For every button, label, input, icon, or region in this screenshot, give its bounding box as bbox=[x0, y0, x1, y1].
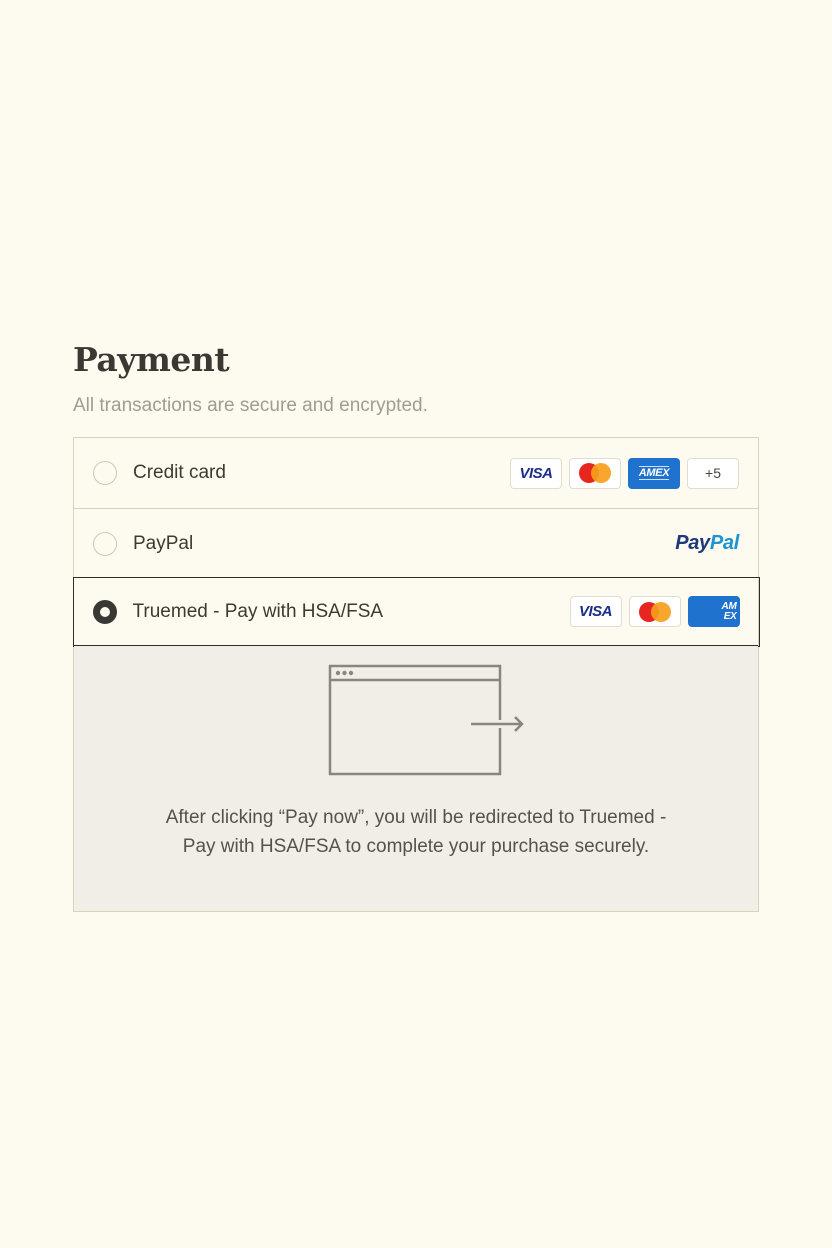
payment-option-paypal[interactable]: PayPal PayPal bbox=[74, 508, 758, 578]
credit-card-badges: VISA AMEX +5 bbox=[510, 457, 739, 489]
mastercard-icon bbox=[569, 457, 621, 489]
amex-wordmark: AMEX bbox=[638, 466, 670, 480]
payment-option-credit-card[interactable]: Credit card VISA AMEX +5 bbox=[74, 438, 758, 508]
paypal-radio[interactable] bbox=[93, 531, 117, 556]
page-title: Payment bbox=[73, 340, 230, 379]
visa-icon: VISA bbox=[510, 457, 562, 489]
amex-wordmark: AM EX bbox=[721, 600, 737, 622]
paypal-label: PayPal bbox=[133, 532, 194, 554]
amex-icon: AMEX bbox=[628, 457, 680, 489]
redirect-panel: After clicking “Pay now”, you will be re… bbox=[74, 645, 758, 911]
payment-section: Payment All transactions are secure and … bbox=[72, 336, 760, 912]
visa-wordmark: VISA bbox=[578, 603, 613, 620]
redirect-message: After clicking “Pay now”, you will be re… bbox=[165, 807, 667, 857]
payment-options: Credit card VISA AMEX +5 PayPal PayPal T… bbox=[72, 437, 760, 912]
truemed-radio[interactable] bbox=[92, 599, 117, 624]
payment-option-truemed[interactable]: Truemed - Pay with HSA/FSA VISA AM EX bbox=[72, 576, 760, 647]
amex-icon: AM EX bbox=[687, 596, 740, 627]
truemed-badges: VISA AM EX bbox=[569, 596, 740, 627]
visa-icon: VISA bbox=[569, 596, 622, 627]
credit-card-radio[interactable] bbox=[93, 461, 117, 485]
paypal-logo-icon: PayPal bbox=[675, 532, 739, 554]
security-note: All transactions are secure and encrypte… bbox=[73, 395, 428, 416]
browser-redirect-icon bbox=[328, 664, 524, 776]
visa-wordmark: VISA bbox=[519, 464, 553, 482]
truemed-label: Truemed - Pay with HSA/FSA bbox=[132, 600, 384, 622]
more-cards-badge[interactable]: +5 bbox=[687, 457, 739, 489]
credit-card-label: Credit card bbox=[133, 462, 226, 483]
mastercard-icon bbox=[628, 596, 681, 627]
